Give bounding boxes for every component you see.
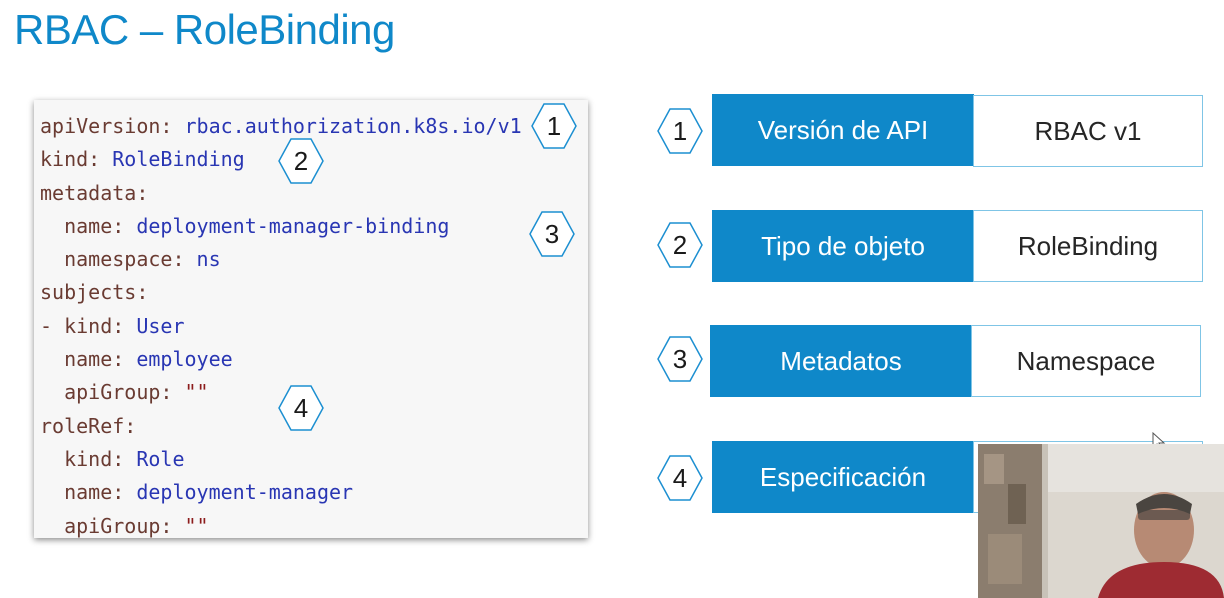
code-key: roleRef: bbox=[40, 413, 137, 438]
row-3-number-icon: 3 bbox=[656, 335, 704, 383]
code-value: deployment-manager bbox=[136, 480, 354, 505]
code-key: apiGroup: bbox=[40, 380, 185, 405]
code-value: "" bbox=[184, 513, 209, 538]
code-key: metadata: bbox=[40, 180, 149, 205]
row-2-value: RoleBinding bbox=[973, 210, 1203, 282]
code-value: ns bbox=[196, 247, 221, 272]
code-key: subjects: bbox=[40, 280, 149, 305]
code-key: name: bbox=[40, 213, 137, 238]
code-key: kind: bbox=[40, 147, 113, 172]
code-value: RoleBinding bbox=[112, 147, 245, 172]
code-key: namespace: bbox=[40, 247, 197, 272]
slide-title: RBAC – RoleBinding bbox=[14, 6, 395, 53]
row-3-value: Namespace bbox=[971, 325, 1201, 397]
code-key: apiGroup: bbox=[40, 513, 185, 538]
code-key: - kind: bbox=[40, 313, 137, 338]
row-1-value: RBAC v1 bbox=[973, 95, 1203, 167]
row-1-number-icon: 1 bbox=[656, 107, 704, 155]
row-4-label: Especificación bbox=[712, 441, 974, 513]
code-line: namespace: ns bbox=[40, 243, 588, 276]
code-value: "" bbox=[184, 380, 209, 405]
row-2-label: Tipo de objeto bbox=[712, 210, 974, 282]
code-marker-1-icon: 1 bbox=[530, 102, 578, 150]
row-4-number-icon: 4 bbox=[656, 454, 704, 502]
code-key: apiVersion: bbox=[40, 114, 185, 138]
code-value: employee bbox=[136, 347, 233, 372]
code-value: User bbox=[136, 313, 185, 338]
code-marker-2-icon: 2 bbox=[277, 137, 325, 185]
code-line: name: employee bbox=[40, 343, 588, 376]
code-line: - kind: User bbox=[40, 310, 588, 343]
code-key: name: bbox=[40, 480, 137, 505]
code-line: apiGroup: "" bbox=[40, 510, 588, 543]
code-value: deployment-manager-binding bbox=[136, 213, 450, 238]
code-key: kind: bbox=[40, 446, 137, 471]
code-key: name: bbox=[40, 347, 137, 372]
code-marker-4-icon: 4 bbox=[277, 384, 325, 432]
code-line: name: deployment-manager-binding bbox=[40, 210, 588, 243]
code-marker-3-icon: 3 bbox=[528, 210, 576, 258]
code-line: subjects: bbox=[40, 276, 588, 309]
code-line: name: deployment-manager bbox=[40, 476, 588, 509]
row-1-label: Versión de API bbox=[712, 94, 974, 166]
code-value: rbac.authorization.k8s.io/v1 bbox=[184, 114, 522, 138]
row-3-label: Metadatos bbox=[710, 325, 972, 397]
code-value: Role bbox=[136, 446, 185, 471]
webcam-video-overlay bbox=[978, 444, 1224, 598]
code-line: kind: Role bbox=[40, 443, 588, 476]
row-2-number-icon: 2 bbox=[656, 221, 704, 269]
